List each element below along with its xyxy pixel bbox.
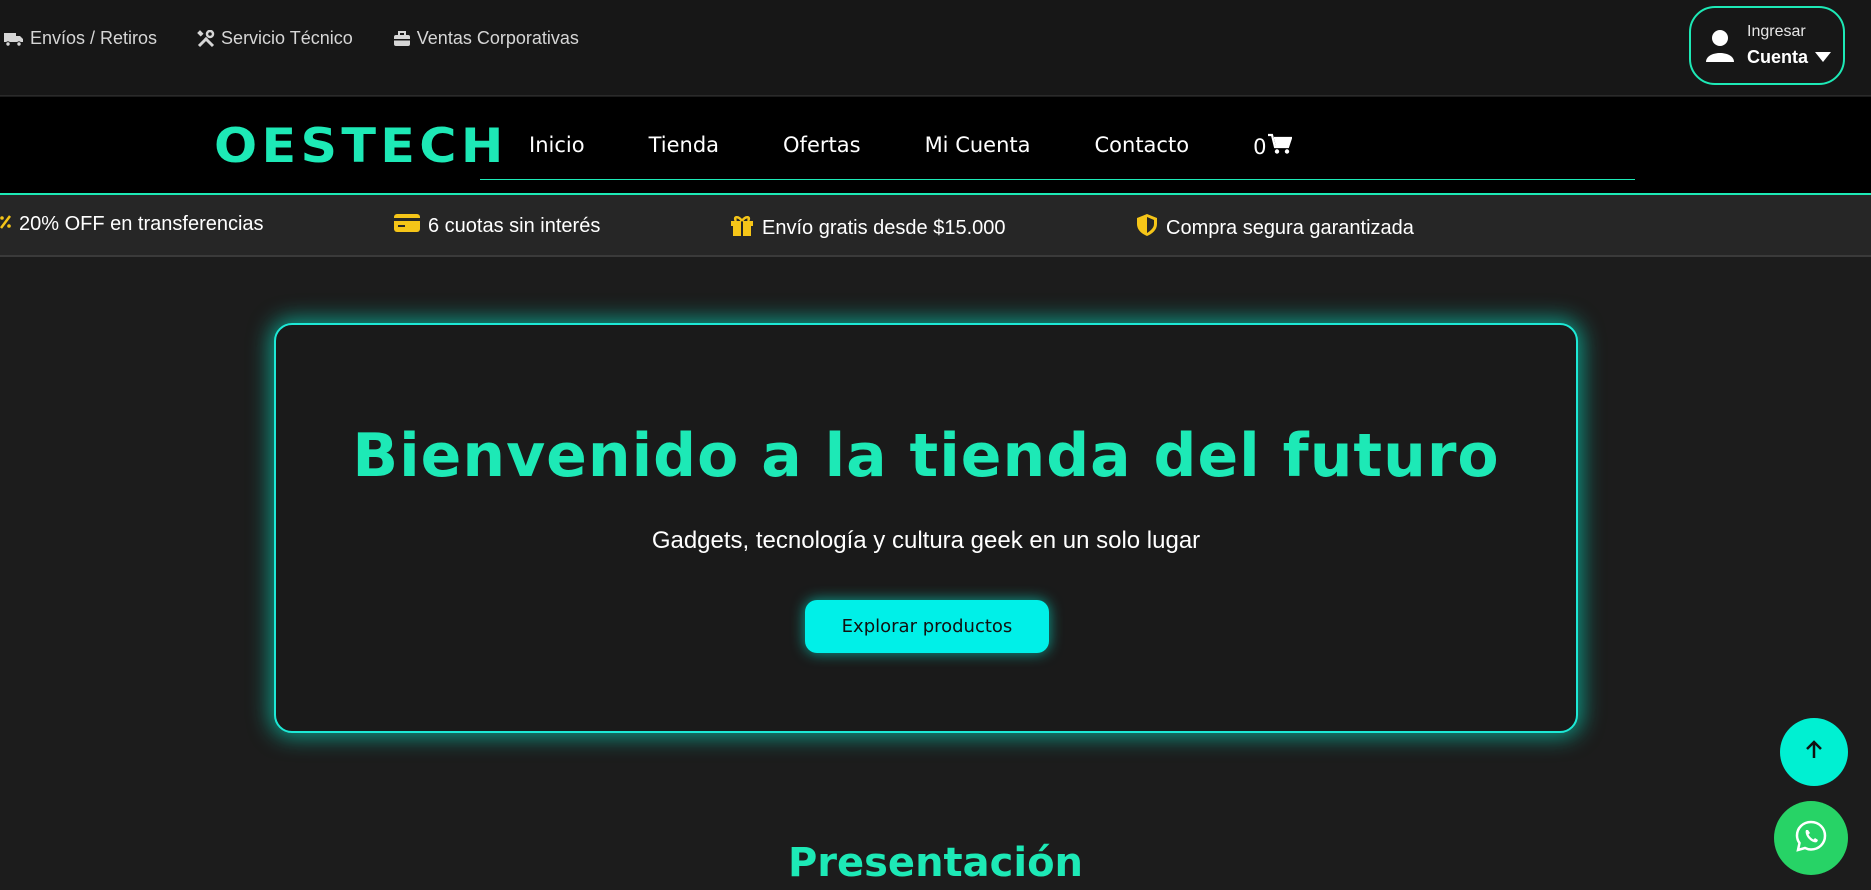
shipping-link-label: Envíos / Retiros: [30, 28, 158, 48]
whatsapp-button[interactable]: [1774, 801, 1848, 875]
scroll-to-top-button[interactable]: [1780, 718, 1848, 786]
caret-down-icon: [1814, 47, 1832, 68]
promo-label: 20% OFF en transferencias: [19, 213, 264, 235]
account-main-label-wrap: Cuenta: [1747, 47, 1832, 68]
corporate-sales-link-label: Ventas Corporativas: [416, 28, 579, 48]
hero-subtitle: Gadgets, tecnología y cultura geek en un…: [651, 527, 1201, 554]
cart-icon: [1268, 133, 1293, 160]
corporate-sales-link[interactable]: Ventas Corporativas: [393, 28, 579, 49]
nav-item-tienda[interactable]: Tienda: [649, 133, 719, 160]
promo-item-secure: Compra segura garantizada: [1136, 213, 1414, 243]
promo-label: 6 cuotas sin interés: [428, 214, 601, 237]
nav-item-contacto[interactable]: Contacto: [1095, 133, 1190, 160]
arrow-up-icon: [1805, 739, 1823, 765]
account-button[interactable]: Ingresar Cuenta: [1689, 6, 1845, 85]
section-title: Presentación: [787, 840, 1084, 886]
main-navbar: OESTECH Inicio Tienda Ofertas Mi Cuenta …: [0, 97, 1871, 195]
nav-item-ofertas[interactable]: Ofertas: [783, 133, 861, 160]
top-utility-bar: Envíos / Retiros Servicio Técnico Ventas…: [0, 0, 1871, 96]
tech-service-link-label: Servicio Técnico: [221, 28, 353, 48]
shipping-link[interactable]: Envíos / Retiros: [4, 28, 157, 49]
shield-icon: [1136, 213, 1158, 243]
user-icon: [1705, 28, 1735, 64]
briefcase-icon: [393, 30, 411, 47]
promo-item-installments: 6 cuotas sin interés: [394, 213, 600, 239]
account-login-label: Ingresar: [1747, 23, 1806, 40]
credit-card-icon: [394, 213, 420, 239]
promo-strip: 20% OFF en transferencias 6 cuotas sin i…: [0, 195, 1871, 257]
site-logo[interactable]: OESTECH: [214, 119, 508, 174]
whatsapp-icon: [1794, 819, 1828, 858]
tools-icon: [197, 29, 215, 48]
explore-products-button[interactable]: Explorar productos: [805, 600, 1049, 653]
promo-item-shipping: Envío gratis desde $15.000: [730, 213, 1006, 243]
top-links: Envíos / Retiros Servicio Técnico Ventas…: [4, 28, 579, 49]
nav-menu: Inicio Tienda Ofertas Mi Cuenta Contacto…: [529, 133, 1293, 160]
nav-underline: [480, 179, 1635, 180]
percent-icon: [0, 213, 11, 236]
nav-item-inicio[interactable]: Inicio: [529, 133, 585, 160]
truck-icon: [4, 31, 24, 47]
promo-item-transfer: 20% OFF en transferencias: [0, 213, 264, 236]
nav-cart[interactable]: 0: [1253, 133, 1293, 160]
nav-item-mi-cuenta[interactable]: Mi Cuenta: [925, 133, 1031, 160]
account-main-label: Cuenta: [1747, 47, 1809, 67]
hero-title: Bienvenido a la tienda del futuro: [352, 421, 1500, 491]
promo-label: Compra segura garantizada: [1166, 216, 1414, 239]
gift-icon: [730, 213, 754, 243]
tech-service-link[interactable]: Servicio Técnico: [197, 28, 353, 49]
cart-count: 0: [1253, 134, 1267, 159]
promo-label: Envío gratis desde $15.000: [762, 216, 1006, 239]
hero-banner: Bienvenido a la tienda del futuro Gadget…: [274, 323, 1578, 733]
